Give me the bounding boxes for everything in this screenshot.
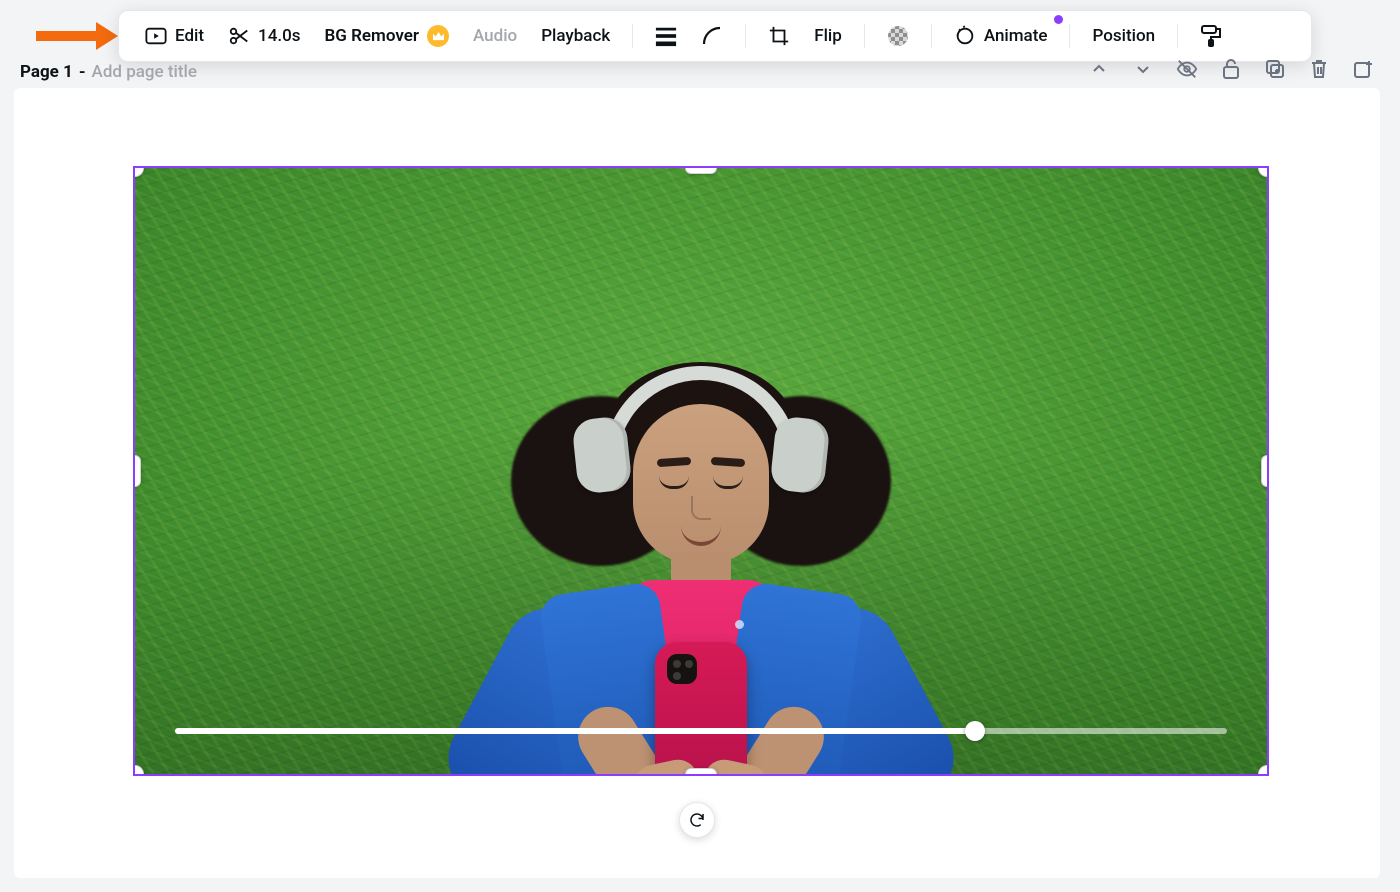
paint-roller-icon (1200, 25, 1222, 47)
crop-icon (768, 25, 790, 47)
video-progress-slider[interactable] (175, 728, 1227, 734)
animate-icon (954, 25, 976, 47)
transparency-button[interactable] (877, 19, 919, 53)
crown-pro-icon (427, 25, 449, 47)
design-canvas[interactable] (14, 88, 1380, 878)
toolbar-separator (931, 24, 932, 48)
page-number-label: Page 1 (20, 62, 73, 82)
audio-label: Audio (473, 26, 517, 46)
video-play-icon (145, 25, 167, 47)
crop-button[interactable] (758, 19, 800, 53)
line-weight-button[interactable] (645, 19, 687, 53)
resize-handle-w[interactable] (133, 455, 141, 487)
toolbar-separator (632, 24, 633, 48)
sync-element-button[interactable] (679, 802, 715, 838)
sync-icon (688, 811, 706, 829)
bg-remover-label: BG Remover (325, 26, 420, 46)
page-title-dash: - (79, 62, 86, 82)
resize-handle-n[interactable] (685, 166, 717, 174)
edit-label: Edit (175, 26, 204, 46)
delete-page-button[interactable] (1308, 58, 1330, 80)
scissors-icon (228, 25, 250, 47)
playback-button[interactable]: Playback (531, 20, 620, 52)
animate-label: Animate (984, 26, 1048, 46)
video-progress-thumb[interactable] (965, 721, 985, 741)
transparency-checker-icon (887, 25, 909, 47)
video-progress-fill (175, 728, 975, 734)
animate-notification-dot (1054, 15, 1063, 24)
flip-button[interactable]: Flip (804, 20, 852, 52)
lock-page-button[interactable] (1220, 58, 1242, 80)
edit-video-button[interactable]: Edit (135, 19, 214, 53)
page-actions (1088, 58, 1374, 80)
toolbar-separator (1177, 24, 1178, 48)
hide-page-button[interactable] (1176, 58, 1198, 80)
trim-button[interactable]: 14.0s (218, 19, 310, 53)
page-title-input[interactable]: Add page title (92, 62, 197, 82)
context-toolbar: Edit 14.0s BG Remover Audio Playback (118, 10, 1312, 62)
annotation-arrow (36, 22, 118, 50)
duplicate-page-button[interactable] (1264, 58, 1286, 80)
toolbar-separator (745, 24, 746, 48)
playback-label: Playback (541, 26, 610, 46)
trim-duration: 14.0s (258, 26, 300, 46)
audio-button-disabled: Audio (463, 20, 527, 52)
toolbar-separator (864, 24, 865, 48)
page-down-button[interactable] (1132, 58, 1154, 80)
line-weight-icon (655, 25, 677, 47)
selected-video-element[interactable] (133, 166, 1269, 776)
toolbar-separator (1069, 24, 1070, 48)
bg-remover-button[interactable]: BG Remover (315, 19, 460, 53)
page-header: Page 1 - Add page title (20, 62, 197, 82)
resize-handle-e[interactable] (1261, 455, 1269, 487)
position-button[interactable]: Position (1082, 20, 1165, 52)
add-page-button[interactable] (1352, 58, 1374, 80)
flip-label: Flip (814, 26, 842, 46)
corner-curve-icon (701, 25, 723, 47)
position-label: Position (1092, 26, 1155, 46)
copy-style-button[interactable] (1190, 19, 1232, 53)
page-up-button[interactable] (1088, 58, 1110, 80)
resize-handle-se[interactable] (1258, 765, 1269, 776)
resize-handle-s[interactable] (685, 768, 717, 776)
animate-button[interactable]: Animate (944, 19, 1058, 53)
video-subject-person (481, 356, 921, 776)
corner-rounding-button[interactable] (691, 19, 733, 53)
